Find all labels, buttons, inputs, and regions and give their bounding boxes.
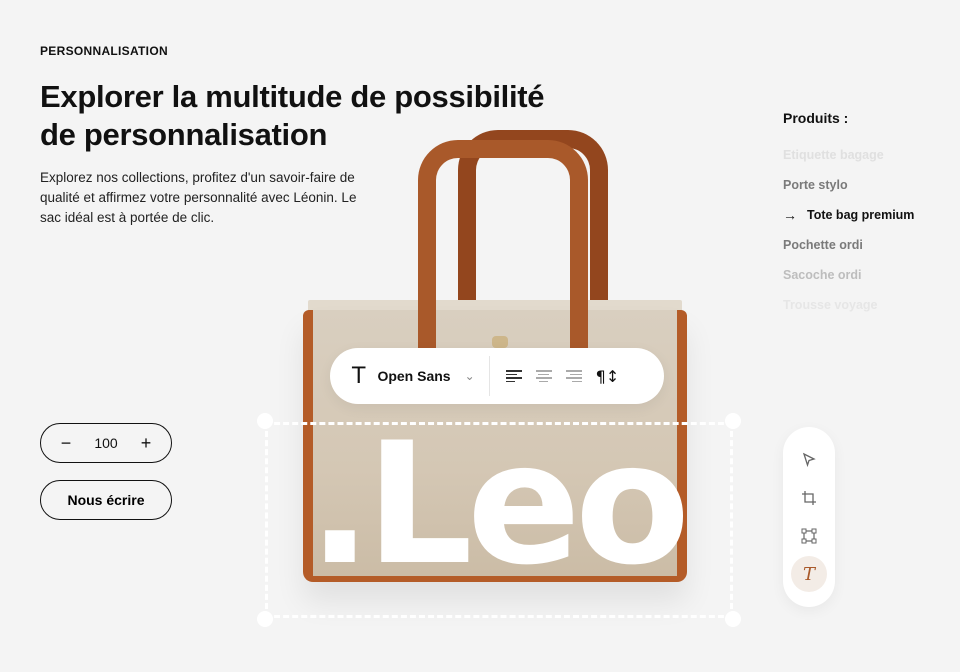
bag-front-handle	[418, 140, 588, 355]
contact-button[interactable]: Nous écrire	[40, 480, 172, 520]
arrow-right-icon: →	[783, 207, 797, 223]
crop-icon[interactable]	[791, 480, 827, 516]
resize-handle-top-right[interactable]	[725, 413, 741, 429]
toolbar-divider	[488, 356, 490, 396]
pointer-icon[interactable]	[791, 442, 827, 478]
section-label: PERSONNALISATION	[40, 44, 168, 58]
side-toolbar: T	[783, 427, 835, 607]
paragraph-spacing-icon[interactable]: ¶↕	[596, 367, 620, 386]
transform-icon[interactable]	[791, 518, 827, 554]
quantity-stepper: − 100 +	[40, 423, 172, 463]
bag-snap	[492, 336, 508, 348]
products-list: Produits : Etiquette bagage Porte stylo → T…	[783, 110, 953, 320]
decrement-button[interactable]: −	[59, 433, 73, 454]
text-toolbar: T Open Sans ⌄ ¶↕	[330, 348, 664, 404]
font-select[interactable]: Open Sans	[377, 368, 450, 384]
resize-handle-bottom-right[interactable]	[725, 611, 741, 627]
product-item[interactable]: Sacoche ordi	[783, 260, 953, 290]
resize-handle-bottom-left[interactable]	[257, 611, 273, 627]
align-right-icon[interactable]	[565, 370, 582, 382]
text-icon[interactable]: T	[352, 364, 365, 389]
products-heading: Produits :	[783, 110, 849, 126]
align-center-icon[interactable]	[535, 370, 552, 382]
quantity-value[interactable]: 100	[94, 435, 117, 451]
product-item[interactable]: Porte stylo	[783, 170, 953, 200]
product-label: Tote bag premium	[807, 208, 915, 222]
product-item[interactable]: Etiquette bagage	[783, 140, 953, 170]
align-left-icon[interactable]	[505, 370, 522, 382]
product-item[interactable]: Trousse voyage	[783, 290, 953, 320]
text-icon[interactable]: T	[791, 556, 827, 592]
selection-box[interactable]	[265, 422, 733, 618]
product-label: Trousse voyage	[783, 298, 878, 312]
product-label: Sacoche ordi	[783, 268, 862, 282]
chevron-down-icon[interactable]: ⌄	[465, 369, 475, 383]
product-item[interactable]: Pochette ordi	[783, 230, 953, 260]
product-label: Pochette ordi	[783, 238, 863, 252]
product-item[interactable]: → Tote bag premium	[783, 200, 953, 230]
product-label: Porte stylo	[783, 178, 848, 192]
increment-button[interactable]: +	[139, 433, 153, 454]
product-label: Etiquette bagage	[783, 148, 884, 162]
resize-handle-top-left[interactable]	[257, 413, 273, 429]
